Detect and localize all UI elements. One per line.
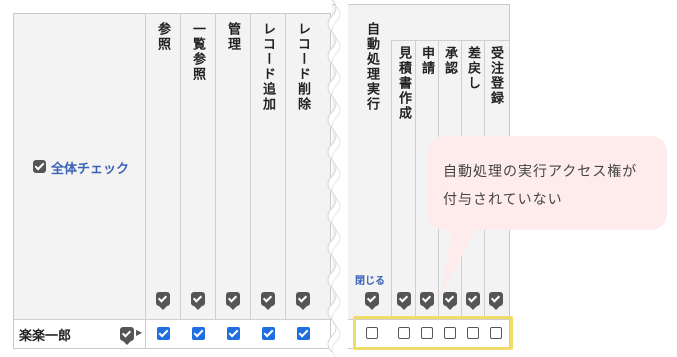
- permission-checkbox-manage[interactable]: [227, 327, 240, 340]
- permission-checkbox-list-view[interactable]: [192, 327, 205, 340]
- check-all-label[interactable]: 全体チェック: [51, 158, 129, 177]
- column-check-menu-icon[interactable]: [226, 292, 240, 310]
- column-header-delete-record: レコード削除: [295, 22, 310, 112]
- column-divider: [215, 13, 216, 349]
- column-header-quote: 見積書作成: [396, 46, 411, 121]
- column-header-apply: 申請: [419, 46, 434, 76]
- permission-checkbox-view[interactable]: [157, 327, 170, 340]
- column-divider: [180, 13, 181, 349]
- group-check-menu-icon[interactable]: [365, 292, 379, 310]
- column-header-list-view: 一覧参照: [190, 22, 205, 82]
- permission-table-left: [13, 13, 331, 349]
- callout-line-2: 付与されていない: [443, 192, 563, 208]
- column-divider: [415, 40, 416, 349]
- row-check-menu-icon[interactable]: [120, 327, 134, 345]
- column-check-menu-icon[interactable]: [261, 292, 275, 310]
- column-check-menu-icon[interactable]: [156, 292, 170, 310]
- group-close-link[interactable]: 閉じる: [355, 272, 385, 287]
- callout-line-1: 自動処理の実行アクセス権が: [443, 164, 638, 180]
- column-divider: [285, 13, 286, 349]
- row-menu-arrow-icon: ▶: [136, 328, 143, 337]
- permission-checkbox-add-record[interactable]: [262, 327, 275, 340]
- torn-edge-divider: [327, 0, 348, 357]
- column-header-approve: 承認: [442, 46, 457, 76]
- row-divider: [14, 319, 330, 320]
- column-header-order-register: 受注登録: [488, 46, 503, 106]
- column-divider: [250, 13, 251, 349]
- column-header-add-record: レコード追加: [260, 22, 275, 112]
- check-all-checkbox[interactable]: [33, 160, 46, 173]
- user-name: 楽楽一郎: [19, 329, 72, 344]
- callout-text: 自動処理の実行アクセス権が 付与されていない: [443, 158, 658, 214]
- callout-pointer: [440, 220, 480, 298]
- column-divider: [391, 40, 392, 349]
- column-header-view: 参照: [155, 22, 170, 52]
- group-subheader-divider: [391, 40, 509, 41]
- column-header-reject: 差戻し: [465, 46, 480, 91]
- group-header-automation: 自動処理実行: [364, 22, 379, 112]
- column-divider: [145, 13, 146, 349]
- column-check-menu-icon[interactable]: [397, 292, 411, 310]
- permission-checkbox-delete-record[interactable]: [297, 327, 310, 340]
- automation-permission-highlight: [353, 316, 513, 350]
- column-header-manage: 管理: [225, 22, 240, 52]
- column-check-menu-icon[interactable]: [191, 292, 205, 310]
- column-check-menu-icon[interactable]: [296, 292, 310, 310]
